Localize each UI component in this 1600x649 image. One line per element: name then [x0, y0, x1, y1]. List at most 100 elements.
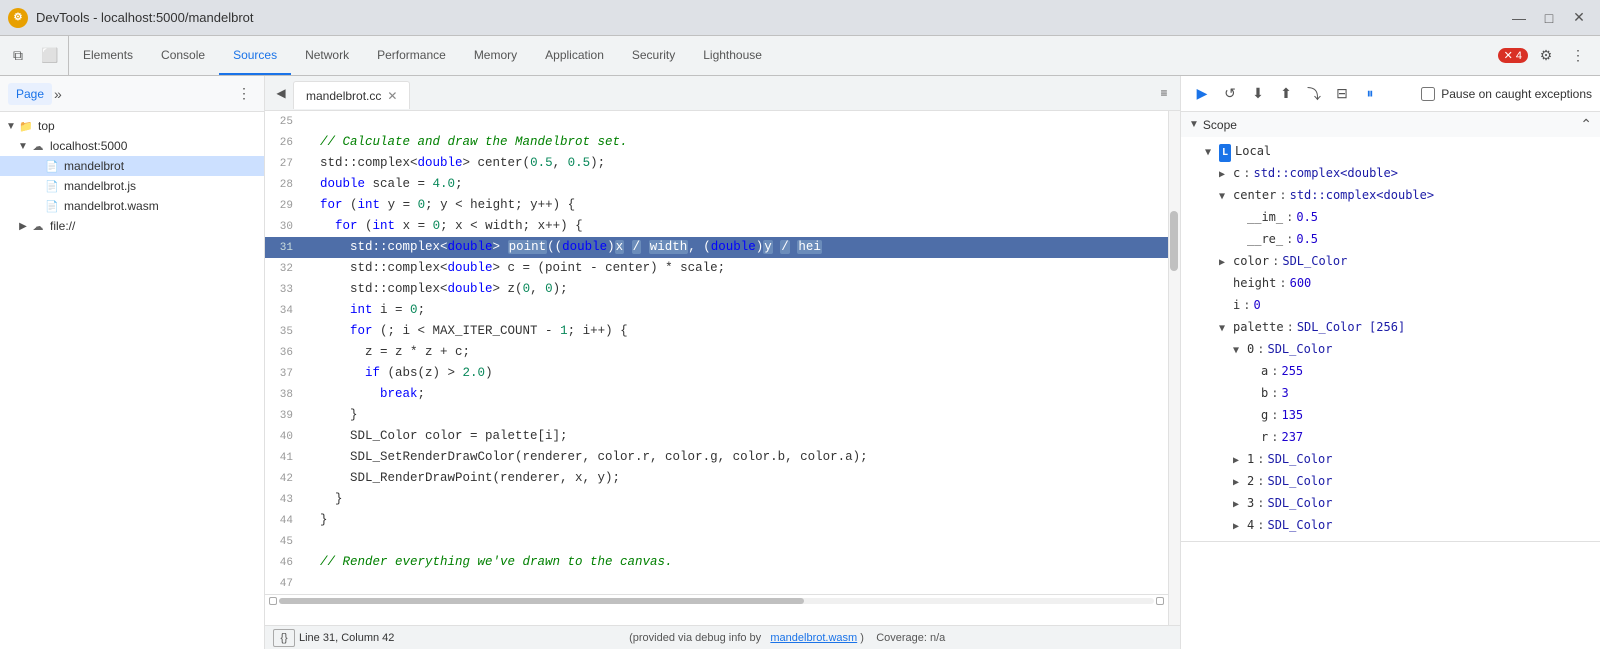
- scope-arrow-palette-2[interactable]: ▶: [1233, 474, 1245, 492]
- tab-bar-right: ✕ 4 ⚙ ⋮: [1490, 36, 1600, 75]
- more-tools-button[interactable]: ⋮: [1564, 42, 1592, 70]
- close-button[interactable]: ✕: [1566, 5, 1592, 31]
- step-out-button[interactable]: ⬆: [1273, 81, 1299, 107]
- pause-on-exceptions-control: Pause on caught exceptions: [1421, 87, 1592, 101]
- sidebar-tab-page[interactable]: Page: [8, 83, 52, 105]
- scope-arrow-c[interactable]: ▶: [1219, 166, 1231, 184]
- tab-elements[interactable]: Elements: [69, 36, 147, 75]
- tab-sources[interactable]: Sources: [219, 36, 291, 75]
- scope-arrow-center[interactable]: ▼: [1219, 188, 1231, 206]
- code-line-37: 37 if (abs(z) > 2.0): [265, 363, 1168, 384]
- code-line-31: 31 std::complex<double> point((double)x …: [265, 237, 1168, 258]
- scope-arrow-palette-0[interactable]: ▼: [1233, 342, 1245, 360]
- scope-arrow-g: [1247, 408, 1259, 426]
- scrollbar-thumb[interactable]: [279, 598, 804, 604]
- scope-item-center: ▼ center : std::complex<double>: [1181, 185, 1600, 207]
- scope-item-palette: ▼ palette : SDL_Color [256]: [1181, 317, 1600, 339]
- scope-item-height: height : 600: [1181, 273, 1600, 295]
- scope-item-palette-2: ▶ 2 : SDL_Color: [1181, 471, 1600, 493]
- code-line-39: 39 }: [265, 405, 1168, 426]
- scope-section-header[interactable]: ▼ Scope ⌃: [1181, 112, 1600, 137]
- tree-arrow-top: ▼: [4, 121, 18, 132]
- scope-arrow-i: [1219, 298, 1231, 316]
- code-line-40: 40 SDL_Color color = palette[i];: [265, 426, 1168, 447]
- scope-item-b: b : 3: [1181, 383, 1600, 405]
- file-tree: ▼ 📁 top ▼ ☁ localhost:5000 📄 mandelbrot …: [0, 112, 264, 649]
- main-layout: Page » ⋮ ▼ 📁 top ▼ ☁ localhost:5000 📄 ma…: [0, 76, 1600, 649]
- scope-item-g: g : 135: [1181, 405, 1600, 427]
- sidebar-three-dot[interactable]: ⋮: [232, 82, 256, 106]
- code-line-30: 30 for (int x = 0; x < width; x++) {: [265, 216, 1168, 237]
- tab-lighthouse[interactable]: Lighthouse: [689, 36, 776, 75]
- editor-tab-close[interactable]: ✕: [387, 89, 397, 103]
- tab-memory[interactable]: Memory: [460, 36, 531, 75]
- device-toggle-button[interactable]: ⧉: [4, 42, 32, 70]
- tab-console[interactable]: Console: [147, 36, 219, 75]
- scope-item-re: __re_ : 0.5: [1181, 229, 1600, 251]
- pause-button[interactable]: ⏸: [1357, 81, 1383, 107]
- error-count-badge[interactable]: ✕ 4: [1498, 48, 1528, 63]
- tree-item-file[interactable]: ▶ ☁ file://: [0, 216, 264, 236]
- scope-arrow-a: [1247, 364, 1259, 382]
- tree-item-top[interactable]: ▼ 📁 top: [0, 116, 264, 136]
- scope-arrow-color[interactable]: ▶: [1219, 254, 1231, 272]
- code-editor[interactable]: 25 26 // Calculate and draw the Mandelbr…: [265, 111, 1168, 625]
- debug-controls: ▶ ↺ ⬇ ⬆ ⤵ ⊟ ⏸: [1189, 81, 1383, 107]
- local-collapse-arrow[interactable]: ▼: [1205, 144, 1217, 162]
- maximize-button[interactable]: □: [1536, 5, 1562, 31]
- scope-arrow-palette[interactable]: ▼: [1219, 320, 1231, 338]
- tree-arrow-mandelbrot: [30, 161, 44, 172]
- format-button[interactable]: {}: [273, 629, 295, 647]
- minimize-button[interactable]: —: [1506, 5, 1532, 31]
- dock-button[interactable]: ⬜: [36, 42, 64, 70]
- tree-item-mandelbrot-wasm[interactable]: 📄 mandelbrot.wasm: [0, 196, 264, 216]
- scope-arrow-palette-4[interactable]: ▶: [1233, 518, 1245, 536]
- coverage-text: Coverage: n/a: [876, 632, 945, 644]
- sidebar-more-button[interactable]: »: [54, 86, 62, 102]
- code-line-27: 27 std::complex<double> center(0.5, 0.5)…: [265, 153, 1168, 174]
- step-over-button[interactable]: ↺: [1217, 81, 1243, 107]
- vertical-scrollbar[interactable]: [1168, 111, 1180, 625]
- code-line-44: 44 }: [265, 510, 1168, 531]
- tree-item-mandelbrot-js[interactable]: 📄 mandelbrot.js: [0, 176, 264, 196]
- code-line-34: 34 int i = 0;: [265, 300, 1168, 321]
- scope-arrow-palette-1[interactable]: ▶: [1233, 452, 1245, 470]
- tree-arrow-mandelbrotw: [30, 201, 44, 212]
- code-line-42: 42 SDL_RenderDrawPoint(renderer, x, y);: [265, 468, 1168, 489]
- tab-network[interactable]: Network: [291, 36, 363, 75]
- title-bar-title: DevTools - localhost:5000/mandelbrot: [36, 10, 254, 25]
- deactivate-breakpoints-button[interactable]: ⊟: [1329, 81, 1355, 107]
- code-line-28: 28 double scale = 4.0;: [265, 174, 1168, 195]
- tree-item-mandelbrot[interactable]: 📄 mandelbrot: [0, 156, 264, 176]
- debug-link[interactable]: mandelbrot.wasm: [770, 632, 857, 644]
- scrollbar-track[interactable]: [279, 598, 1154, 604]
- pause-exceptions-checkbox[interactable]: [1421, 87, 1435, 101]
- code-line-35: 35 for (; i < MAX_ITER_COUNT - 1; i++) {: [265, 321, 1168, 342]
- file-icon-mandelbrot: 📄: [44, 158, 60, 174]
- horizontal-scrollbar[interactable]: [265, 594, 1168, 606]
- sources-sidebar: Page » ⋮ ▼ 📁 top ▼ ☁ localhost:5000 📄 ma…: [0, 76, 265, 649]
- editor-format-button[interactable]: ≡: [1152, 81, 1176, 105]
- code-line-26: 26 // Calculate and draw the Mandelbrot …: [265, 132, 1168, 153]
- tree-arrow-mandelbrotjs: [30, 181, 44, 192]
- scroll-left-btn[interactable]: [269, 597, 277, 605]
- scope-arrow-palette-3[interactable]: ▶: [1233, 496, 1245, 514]
- editor-nav-back[interactable]: ◀: [269, 81, 293, 105]
- settings-button[interactable]: ⚙: [1532, 42, 1560, 70]
- scope-arrow-re: [1233, 232, 1245, 250]
- editor-file-tab-mandelbrot[interactable]: mandelbrot.cc ✕: [293, 81, 410, 109]
- scroll-right-btn[interactable]: [1156, 597, 1164, 605]
- resume-button[interactable]: ▶: [1189, 81, 1215, 107]
- scope-item-palette-3: ▶ 3 : SDL_Color: [1181, 493, 1600, 515]
- scope-collapse-arrow: ▼: [1189, 119, 1199, 130]
- tab-performance[interactable]: Performance: [363, 36, 460, 75]
- scope-label: Scope: [1203, 118, 1237, 132]
- tab-security[interactable]: Security: [618, 36, 689, 75]
- scope-header-left: ▼ Scope: [1189, 118, 1237, 132]
- tab-application[interactable]: Application: [531, 36, 618, 75]
- tree-item-localhost[interactable]: ▼ ☁ localhost:5000: [0, 136, 264, 156]
- step-button[interactable]: ⤵: [1301, 81, 1327, 107]
- vertical-scrollbar-thumb[interactable]: [1170, 211, 1178, 271]
- scope-collapse-btn[interactable]: ⌃: [1580, 116, 1592, 133]
- step-into-button[interactable]: ⬇: [1245, 81, 1271, 107]
